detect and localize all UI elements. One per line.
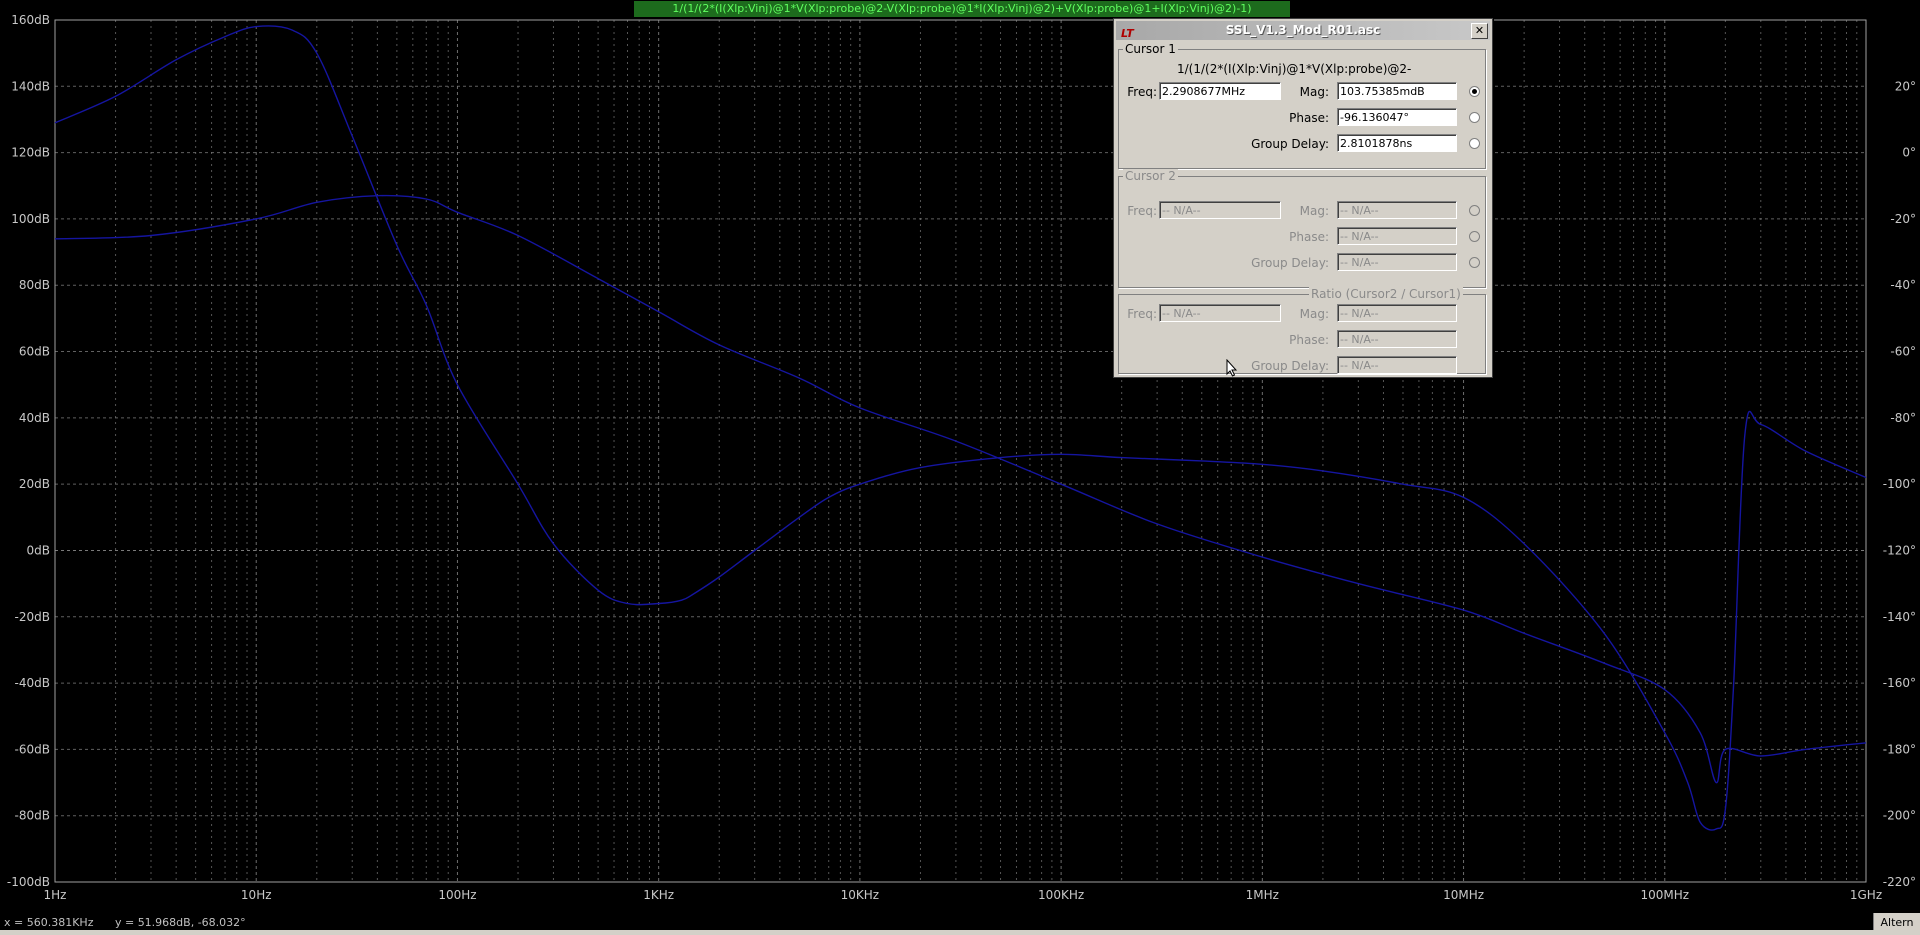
cursor2-freq-field: -- N/A--: [1159, 201, 1281, 219]
cursor1-freq-field[interactable]: 2.2908677MHz: [1159, 82, 1281, 100]
cursor2-phase-radio: [1469, 231, 1480, 242]
y-tick-label: 60dB: [19, 345, 50, 359]
cursor1-mag-label: Mag:: [1299, 85, 1329, 99]
cursor1-phase-radio[interactable]: [1469, 112, 1480, 123]
mouse-pointer-icon: [1226, 359, 1238, 377]
cursor1-expression: 1/(1/(2*(I(Xlp:Vinj)@1*V(Xlp:probe)@2-: [1177, 62, 1412, 76]
y-readout: y = 51.968dB, -68.032°: [114, 916, 246, 929]
taskbar-strip: [0, 930, 1920, 935]
ratio-legend: Ratio (Cursor2 / Cursor1): [1309, 287, 1463, 301]
cursor-dialog[interactable]: LT SSL_V1.3_Mod_R01.asc ✕ Cursor 1 1/(1/…: [1113, 18, 1493, 378]
cursor1-freq-label: Freq:: [1127, 85, 1157, 99]
y-tick-label: 40dB: [19, 411, 50, 425]
cursor2-phase-label: Phase:: [1289, 230, 1329, 244]
cursor2-group-delay-radio: [1469, 257, 1480, 268]
cursor-readout: x = 560.381KHz y = 51.968dB, -68.032°: [4, 916, 246, 929]
y2-tick-label: -120°: [1883, 543, 1916, 557]
ratio-freq-label: Freq:: [1127, 307, 1157, 321]
y-tick-label: 20dB: [19, 477, 50, 491]
cursor2-group: Cursor 2 Freq: -- N/A-- Mag: -- N/A-- Ph…: [1118, 169, 1486, 288]
ratio-group-delay-field: -- N/A--: [1337, 356, 1457, 374]
y-tick-label: -60dB: [15, 742, 50, 756]
ratio-group: Ratio (Cursor2 / Cursor1) Freq: -- N/A--…: [1118, 287, 1486, 374]
cursor1-legend: Cursor 1: [1123, 42, 1178, 56]
y-tick-label: 120dB: [11, 146, 50, 160]
cursor1-group: Cursor 1 1/(1/(2*(I(Xlp:Vinj)@1*V(Xlp:pr…: [1118, 42, 1486, 169]
y-tick-label: 100dB: [11, 212, 50, 226]
y2-tick-label: -60°: [1890, 345, 1916, 359]
y-tick-label: 0dB: [27, 543, 50, 557]
plot-traces: [54, 25, 1867, 831]
x-tick-label: 10MHz: [1443, 888, 1484, 902]
trace-expression-label[interactable]: 1/(1/(2*(I(Xlp:Vinj)@1*V(Xlp:probe)@2-V(…: [634, 1, 1290, 17]
ratio-phase-field: -- N/A--: [1337, 330, 1457, 348]
y2-tick-label: -100°: [1883, 477, 1916, 491]
cursor1-mag-field[interactable]: 103.75385mdB: [1337, 82, 1457, 100]
x-tick-label: 10KHz: [841, 888, 879, 902]
cursor1-phase-label: Phase:: [1289, 111, 1329, 125]
magnitude-trace: [54, 25, 1867, 831]
y2-tick-label: -40°: [1890, 278, 1916, 292]
bode-plot[interactable]: 160dB 140dB 120dB 100dB 80dB 60dB 40dB 20dB 0dB -…: [0, 0, 1920, 935]
cursor1-group-delay-radio[interactable]: [1469, 138, 1480, 149]
y2-tick-label: -80°: [1890, 411, 1916, 425]
y2-tick-label: -20°: [1890, 212, 1916, 226]
y-tick-label: -100dB: [7, 875, 50, 889]
dialog-title: SSL_V1.3_Mod_R01.asc: [1225, 23, 1381, 37]
y2-tick-label: 0°: [1902, 146, 1916, 160]
plot-axes: 160dB 140dB 120dB 100dB 80dB 60dB 40dB 20dB 0dB -…: [7, 13, 1916, 902]
cursor2-group-delay-field: -- N/A--: [1337, 253, 1457, 271]
y-tick-label: -20dB: [15, 610, 50, 624]
y2-tick-label: -180°: [1883, 742, 1916, 756]
x-tick-label: 100KHz: [1038, 888, 1084, 902]
ratio-phase-label: Phase:: [1289, 333, 1329, 347]
x-tick-label: 1Hz: [44, 888, 67, 902]
y2-tick-label: 20°: [1895, 79, 1916, 93]
x-tick-label: 100Hz: [438, 888, 476, 902]
cursor2-mag-label: Mag:: [1299, 204, 1329, 218]
x-tick-label: 1KHz: [643, 888, 674, 902]
x-tick-label: 10Hz: [241, 888, 272, 902]
cursor1-phase-field[interactable]: -96.136047°: [1337, 108, 1457, 126]
x-tick-label: 1MHz: [1246, 888, 1279, 902]
cursor1-group-delay-field[interactable]: 2.8101878ns: [1337, 134, 1457, 152]
waveform-viewer: 160dB 140dB 120dB 100dB 80dB 60dB 40dB 20dB 0dB -…: [0, 0, 1920, 935]
y2-tick-label: -140°: [1883, 610, 1916, 624]
y2-tick-label: -200°: [1883, 809, 1916, 823]
ratio-freq-field: -- N/A--: [1159, 304, 1281, 322]
y2-tick-label: -220°: [1883, 875, 1916, 889]
cursor1-group-delay-label: Group Delay:: [1251, 137, 1329, 151]
y-tick-label: -40dB: [15, 676, 50, 690]
cursor1-mag-radio[interactable]: [1469, 86, 1480, 97]
dialog-titlebar[interactable]: LT SSL_V1.3_Mod_R01.asc ✕: [1116, 21, 1490, 40]
plot-grid: [54, 19, 1866, 883]
cursor2-phase-field: -- N/A--: [1337, 227, 1457, 245]
x-tick-label: 100MHz: [1640, 888, 1689, 902]
cursor2-mag-radio: [1469, 205, 1480, 216]
cursor2-freq-label: Freq:: [1127, 204, 1157, 218]
y-tick-label: 80dB: [19, 278, 50, 292]
y-tick-label: 140dB: [11, 79, 50, 93]
x-tick-label: 1GHz: [1850, 888, 1882, 902]
ratio-mag-label: Mag:: [1299, 307, 1329, 321]
cursor2-group-delay-label: Group Delay:: [1251, 256, 1329, 270]
cursor2-legend: Cursor 2: [1123, 169, 1178, 183]
y2-tick-label: -160°: [1883, 676, 1916, 690]
x-readout: x = 560.381KHz: [4, 916, 94, 929]
cursor2-mag-field: -- N/A--: [1337, 201, 1457, 219]
y-tick-label: -80dB: [15, 809, 50, 823]
phase-trace: [54, 194, 1867, 784]
close-icon[interactable]: ✕: [1471, 23, 1488, 39]
y-tick-label: 160dB: [11, 13, 50, 27]
plot-border: [54, 19, 1867, 883]
ratio-mag-field: -- N/A--: [1337, 304, 1457, 322]
